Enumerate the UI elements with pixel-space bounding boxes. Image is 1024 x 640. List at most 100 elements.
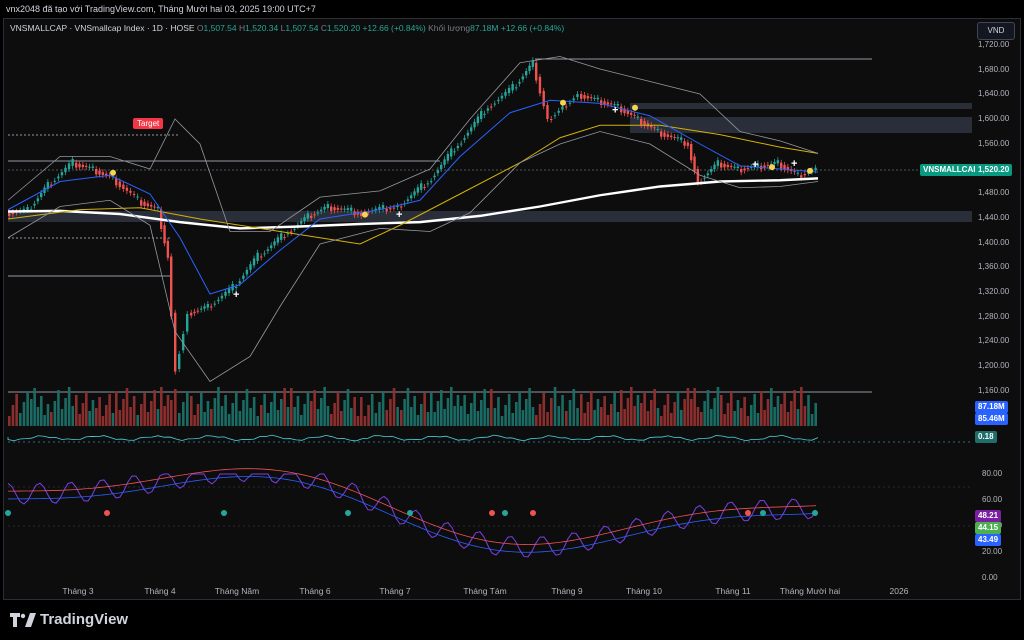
- symbol-title[interactable]: VNSMALLCAP · VNSmallcap Index · 1D · HOS…: [10, 23, 195, 33]
- candle-body: [174, 312, 177, 372]
- volume-bar: [786, 412, 790, 426]
- volume-bar: [670, 413, 673, 426]
- volume-bar: [403, 399, 406, 426]
- candle-body: [276, 237, 280, 243]
- volume-bar: [213, 398, 217, 426]
- signal-cross: +: [752, 159, 758, 171]
- volume-bar: [196, 404, 200, 426]
- candle-body: [680, 137, 683, 140]
- candle-body: [326, 204, 330, 209]
- volume-bar: [85, 392, 88, 426]
- target-label[interactable]: Target: [133, 118, 164, 129]
- candle-body: [653, 127, 656, 129]
- candle-body: [333, 207, 336, 211]
- volume-bar: [381, 391, 385, 426]
- volume-bar: [676, 391, 680, 426]
- volume-bar: [643, 392, 646, 426]
- volume-bar: [125, 388, 129, 426]
- symbol-legend[interactable]: VNSMALLCAP · VNSmallcap Index · 1D · HOS…: [10, 22, 564, 34]
- volume-bar: [71, 406, 75, 426]
- candle-body: [310, 215, 313, 219]
- volume-bar: [67, 387, 71, 426]
- time-tick-label: Tháng 11: [715, 586, 751, 596]
- volume-bar: [203, 412, 206, 426]
- candle-body: [286, 233, 290, 235]
- candle-body: [200, 308, 203, 310]
- oscillator-tick-label: 20.00: [982, 547, 1003, 556]
- candle-body: [486, 108, 490, 111]
- candle-body: [178, 354, 181, 369]
- volume-bar: [245, 389, 249, 426]
- volume-bar: [249, 408, 252, 426]
- price-chart-canvas[interactable]: + + + + +: [0, 0, 1024, 640]
- volume-bar: [760, 391, 763, 426]
- volume-bar: [396, 407, 399, 426]
- volume-bar: [193, 415, 196, 426]
- candle-body: [538, 76, 542, 94]
- volume-bar: [413, 396, 416, 426]
- candle-body: [483, 113, 486, 115]
- candle-body: [60, 172, 64, 176]
- candle-body: [413, 191, 416, 196]
- volume-bar: [101, 416, 105, 426]
- candle-body: [796, 172, 800, 174]
- time-tick-label: Tháng 3: [62, 586, 94, 596]
- volume-bar: [746, 416, 750, 426]
- volume-bar: [683, 399, 686, 426]
- candle-body: [713, 164, 716, 169]
- volume-bar: [426, 412, 430, 426]
- candle-body: [64, 167, 67, 173]
- volume-bar: [60, 409, 64, 426]
- volume-bar: [389, 399, 392, 426]
- volume-bar: [210, 409, 213, 426]
- volume-bar: [353, 397, 356, 426]
- candle-body: [606, 102, 610, 105]
- volume-bar: [280, 399, 283, 426]
- candle-body: [716, 160, 720, 166]
- currency-button[interactable]: VND: [977, 22, 1015, 40]
- candle-body: [620, 106, 623, 113]
- signal-cross: +: [396, 209, 402, 221]
- volume-bar: [136, 415, 140, 426]
- volume-bar: [356, 416, 360, 426]
- volume-bar: [170, 400, 173, 426]
- volume-bar: [252, 397, 256, 426]
- candle-body: [400, 206, 403, 208]
- volume-bar: [367, 405, 370, 426]
- candle-body: [389, 208, 392, 210]
- volume-bar: [263, 394, 266, 426]
- candle-body: [350, 207, 353, 211]
- candle-body: [565, 106, 568, 108]
- volume-bar: [22, 402, 26, 426]
- volume-bar: [450, 387, 453, 426]
- candle-body: [283, 237, 286, 239]
- candle-body: [217, 299, 220, 302]
- low-value: 1,507.54: [285, 23, 319, 33]
- candle-body: [88, 166, 91, 168]
- volume-bar: [316, 409, 320, 426]
- price-change: +12.66 (+0.84%): [362, 23, 426, 33]
- candle-body: [736, 166, 740, 168]
- candle-body: [640, 119, 643, 125]
- candle-body: [636, 116, 640, 118]
- candle-body: [780, 162, 783, 169]
- candle-body: [443, 159, 446, 165]
- candle-body: [410, 195, 413, 199]
- volume-bar: [108, 394, 111, 426]
- volume-bar: [78, 414, 81, 426]
- volume-bar: [340, 411, 343, 426]
- candle-body: [433, 175, 436, 178]
- candle-body: [290, 231, 293, 233]
- candle-body: [193, 311, 196, 314]
- candle-body: [346, 208, 350, 210]
- volume-bar: [436, 401, 440, 426]
- tradingview-logo[interactable]: TradingView: [10, 611, 128, 628]
- volume-bar: [486, 408, 490, 426]
- volume-bar: [483, 389, 486, 426]
- volume-bar: [690, 399, 693, 426]
- oscillator-cross-dot: [489, 510, 495, 516]
- candle-body: [676, 137, 680, 139]
- candle-body: [466, 132, 470, 136]
- volume-bar: [143, 393, 146, 426]
- volume-bar: [693, 388, 696, 426]
